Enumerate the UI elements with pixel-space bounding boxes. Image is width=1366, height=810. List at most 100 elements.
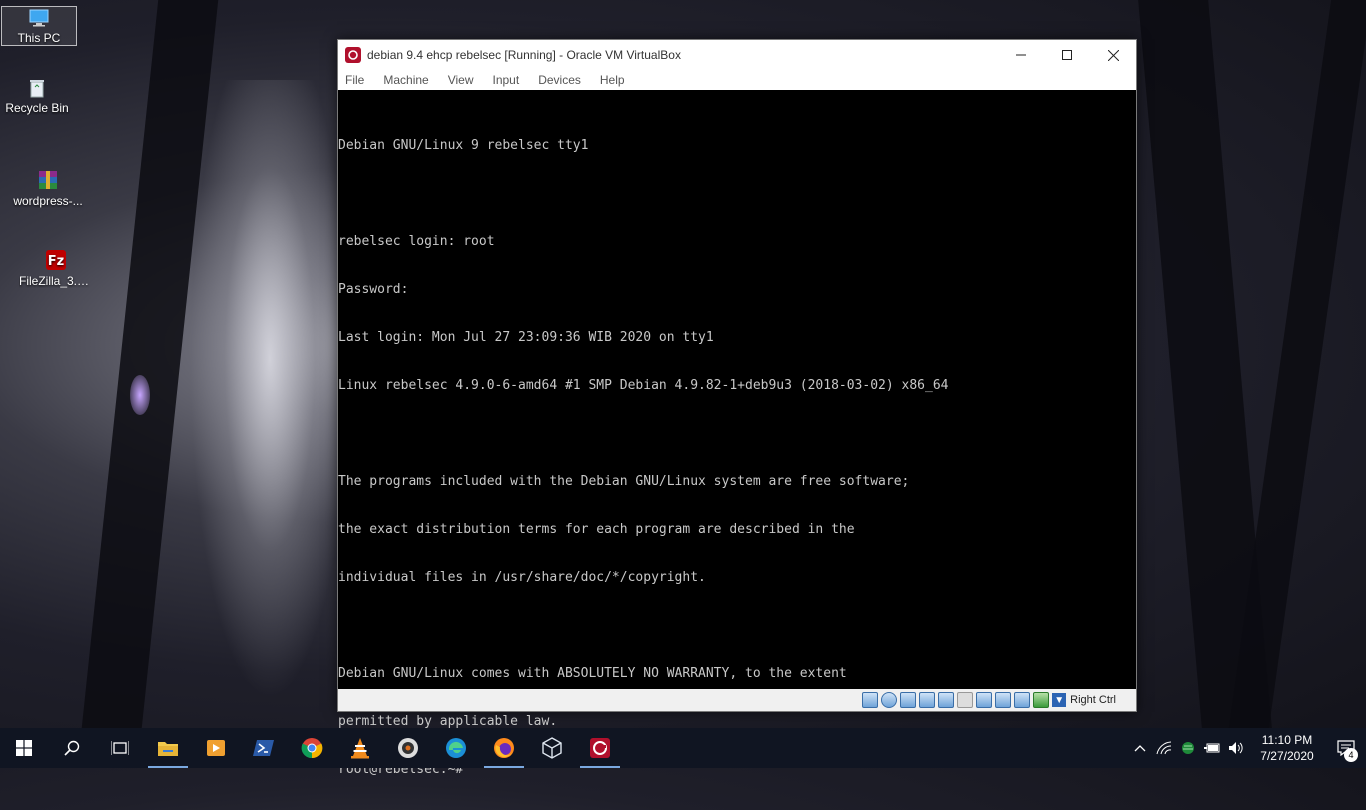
- terminal-line: individual files in /usr/share/doc/*/cop…: [338, 570, 706, 585]
- usb-icon[interactable]: [938, 692, 955, 708]
- folder-icon: [158, 742, 178, 756]
- close-button[interactable]: [1090, 40, 1136, 70]
- taskbar-chrome[interactable]: [288, 728, 336, 768]
- menu-devices[interactable]: Devices: [538, 73, 581, 87]
- task-view-button[interactable]: [96, 728, 144, 768]
- taskbar-virtualbox-manager[interactable]: [528, 728, 576, 768]
- desktop-icon-label: FileZilla_3.4...: [19, 274, 93, 288]
- task-view-icon: [111, 741, 129, 755]
- taskbar-media-player[interactable]: [192, 728, 240, 768]
- chrome-icon: [301, 738, 323, 759]
- virtualbox-debian-icon: [345, 47, 361, 63]
- wifi-status[interactable]: [1152, 728, 1176, 768]
- taskbar: 11:10 PM 7/27/2020 4: [0, 728, 1366, 768]
- search-button[interactable]: [48, 728, 96, 768]
- desktop-icon-recycle-bin[interactable]: Recycle Bin: [0, 77, 74, 115]
- menu-help[interactable]: Help: [600, 73, 625, 87]
- clock-time: 11:10 PM: [1261, 733, 1313, 747]
- taskbar-file-explorer[interactable]: [144, 728, 192, 768]
- maximize-button[interactable]: [1044, 40, 1090, 70]
- shared-folders-icon[interactable]: [957, 692, 974, 708]
- virtualbox-cube-icon: [542, 737, 562, 759]
- wallpaper-tree: [81, 0, 219, 728]
- host-key-indicator[interactable]: ▼ Right Ctrl: [1052, 693, 1116, 707]
- powershell-icon: [253, 740, 274, 756]
- taskbar-firefox[interactable]: [480, 728, 528, 768]
- taskbar-media-app[interactable]: [384, 728, 432, 768]
- desktop-icon-this-pc[interactable]: This PC: [1, 6, 77, 46]
- taskbar-edge[interactable]: [432, 728, 480, 768]
- close-icon: [1107, 49, 1119, 61]
- menu-file[interactable]: File: [345, 73, 364, 87]
- wallpaper-glow: [190, 80, 350, 700]
- taskbar-powershell[interactable]: [240, 728, 288, 768]
- video-capture-icon[interactable]: [995, 692, 1012, 708]
- debian-vm-icon: [590, 738, 610, 758]
- network-icon[interactable]: [919, 692, 936, 708]
- terminal-line: the exact distribution terms for each pr…: [338, 522, 855, 537]
- show-hidden-icons-button[interactable]: [1128, 728, 1152, 768]
- computer-icon: [23, 7, 55, 29]
- network-tray-status[interactable]: [1176, 728, 1200, 768]
- menu-view[interactable]: View: [448, 73, 474, 87]
- window-titlebar[interactable]: debian 9.4 ehcp rebelsec [Running] - Ora…: [338, 40, 1136, 70]
- notification-count-badge: 4: [1344, 748, 1358, 762]
- window-menubar: File Machine View Input Devices Help: [338, 70, 1136, 90]
- hard-disk-icon[interactable]: [862, 692, 879, 708]
- network-globe-icon: [1182, 742, 1194, 754]
- virtualization-icon[interactable]: [1014, 692, 1031, 708]
- battery-plug-icon: [1204, 743, 1220, 753]
- terminal-line: The programs included with the Debian GN…: [338, 474, 910, 489]
- clock-date: 7/27/2020: [1260, 749, 1314, 763]
- menu-input[interactable]: Input: [493, 73, 520, 87]
- edge-icon: [446, 738, 466, 758]
- windows-logo-icon: [16, 740, 32, 756]
- audio-icon[interactable]: [900, 692, 917, 708]
- desktop-icon-label: wordpress-...: [13, 194, 83, 208]
- search-icon: [64, 740, 80, 756]
- vm-statusbar: ▼ Right Ctrl: [338, 689, 1136, 711]
- battery-status[interactable]: [1200, 728, 1224, 768]
- maximize-icon: [1062, 50, 1072, 60]
- mouse-integration-icon[interactable]: [1033, 692, 1050, 708]
- taskbar-clock[interactable]: 11:10 PM 7/27/2020: [1248, 732, 1326, 764]
- virtualbox-vm-window[interactable]: debian 9.4 ehcp rebelsec [Running] - Ora…: [337, 39, 1137, 777]
- desktop-icon-label: This PC: [17, 31, 61, 45]
- menu-machine[interactable]: Machine: [383, 73, 428, 87]
- terminal-line: Debian GNU/Linux 9 rebelsec tty1: [338, 138, 589, 153]
- start-button[interactable]: [0, 728, 48, 768]
- action-center-button[interactable]: 4: [1326, 728, 1366, 768]
- vlc-cone-icon: [351, 738, 369, 759]
- terminal-line: Last login: Mon Jul 27 23:09:36 WIB 2020…: [338, 330, 714, 345]
- chevron-up-icon: [1134, 745, 1146, 752]
- minimize-icon: [1016, 54, 1026, 56]
- desktop-icon-filezilla[interactable]: Fz FileZilla_3.4...: [19, 248, 93, 288]
- optical-drive-icon[interactable]: [881, 692, 898, 708]
- filezilla-icon: Fz: [40, 248, 72, 272]
- host-key-label: Right Ctrl: [1070, 694, 1116, 706]
- disc-player-icon: [398, 738, 418, 758]
- window-title: debian 9.4 ehcp rebelsec [Running] - Ora…: [367, 48, 681, 62]
- display-icon[interactable]: [976, 692, 993, 708]
- desktop-icon-wordpress-archive[interactable]: wordpress-...: [11, 168, 85, 208]
- wifi-icon: [1156, 741, 1172, 755]
- system-tray: 11:10 PM 7/27/2020 4: [1128, 728, 1366, 768]
- terminal-line: rebelsec login: root: [338, 234, 495, 249]
- desktop-icon-label: Recycle Bin: [5, 101, 69, 115]
- svg-text:Fz: Fz: [48, 254, 64, 269]
- wallpaper-tree: [1228, 0, 1366, 728]
- taskbar-debian-vm[interactable]: [576, 728, 624, 768]
- taskbar-vlc[interactable]: [336, 728, 384, 768]
- recycle-bin-icon: [21, 77, 53, 99]
- terminal-line: Debian GNU/Linux comes with ABSOLUTELY N…: [338, 666, 847, 681]
- volume-control[interactable]: [1224, 728, 1248, 768]
- vm-console-screen[interactable]: Debian GNU/Linux 9 rebelsec tty1 rebelse…: [338, 90, 1136, 777]
- minimize-button[interactable]: [998, 40, 1044, 70]
- media-player-icon: [207, 740, 225, 756]
- terminal-line: Password:: [338, 282, 409, 297]
- speaker-icon: [1229, 742, 1243, 754]
- arrow-down-icon: ▼: [1052, 693, 1067, 707]
